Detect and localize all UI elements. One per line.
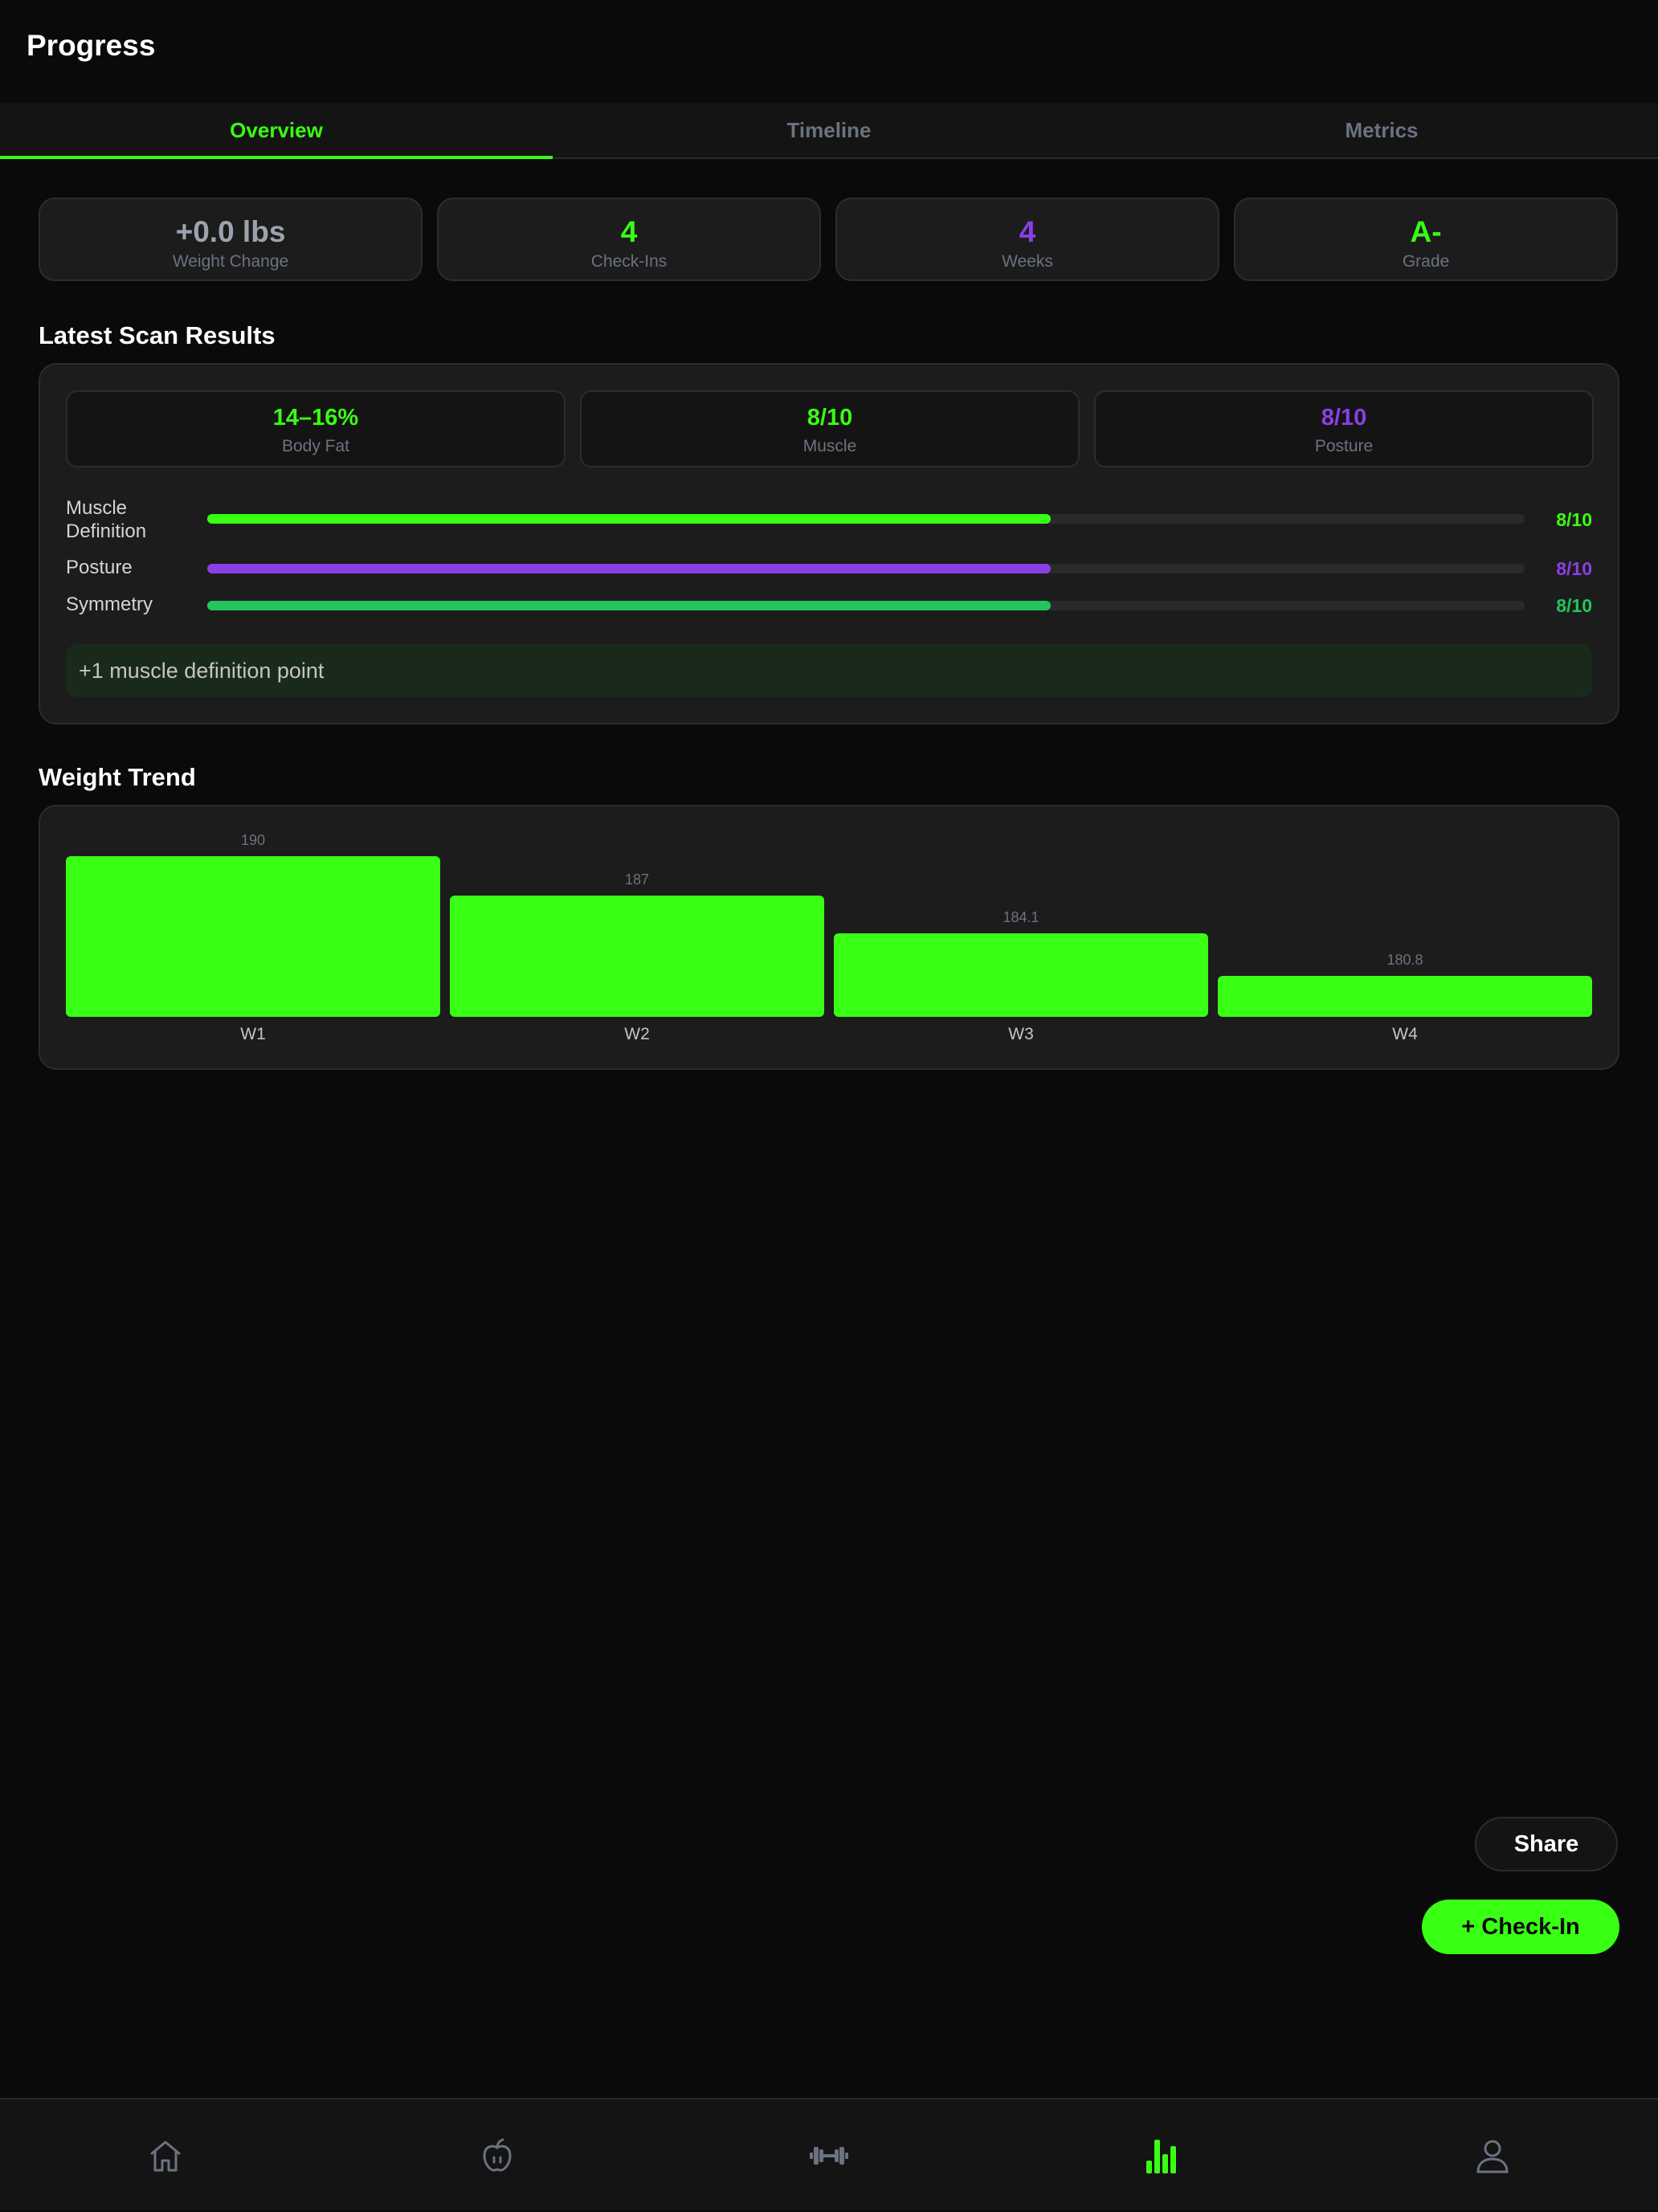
metric-bar-symmetry [207, 601, 1525, 610]
chart-data-label: 184.1 [1003, 908, 1039, 925]
scan-results-panel: 14–16% Body Fat 8/10 Muscle 8/10 Posture… [39, 363, 1619, 724]
chart-bar [450, 895, 824, 1017]
check-in-button[interactable]: + Check-In [1422, 1900, 1619, 1954]
chart-data-label: 180.8 [1386, 952, 1423, 969]
stat-label: Grade [1402, 252, 1450, 271]
scan-value: 14–16% [272, 405, 359, 431]
apple-icon [483, 2138, 512, 2172]
nav-item-nutrition[interactable] [332, 2100, 663, 2212]
metric-fill [207, 514, 1051, 524]
metric-fill [207, 601, 1051, 610]
tab-timeline[interactable]: Timeline [553, 103, 1105, 157]
scan-label: Posture [1314, 437, 1374, 455]
section-title-weight-trend: Weight Trend [39, 763, 196, 791]
scan-card-muscle: 8/10 Muscle [580, 390, 1080, 467]
chart-category-label: W1 [240, 1025, 266, 1043]
nav-item-progress[interactable] [995, 2100, 1326, 2212]
stat-card-grade: A- Grade [1234, 198, 1618, 281]
stat-value: +0.0 lbs [175, 215, 286, 248]
scan-card-posture: 8/10 Posture [1094, 390, 1594, 467]
scan-note: +1 muscle definition point [66, 644, 1592, 697]
nav-item-home[interactable] [0, 2100, 331, 2212]
chart-category-label: W2 [624, 1025, 650, 1043]
stat-label: Weight Change [172, 252, 289, 271]
metric-bar-posture [207, 564, 1525, 573]
stat-value: A- [1410, 215, 1442, 248]
nav-item-workouts[interactable] [664, 2100, 994, 2212]
metric-fill [207, 564, 1051, 573]
chart-bar [1218, 976, 1592, 1017]
stat-value: 4 [620, 215, 638, 248]
metric-bar-muscle-definition [207, 514, 1525, 524]
bar-chart-icon [1146, 2140, 1176, 2173]
metric-label-muscle-definition: Muscle Definition [66, 497, 147, 542]
tab-overview[interactable]: Overview [0, 103, 553, 159]
dumbbell-icon [810, 2147, 848, 2165]
metric-value: 8/10 [1556, 595, 1592, 616]
chart-category-label: W4 [1392, 1025, 1418, 1043]
scan-card-body-fat: 14–16% Body Fat [66, 390, 566, 467]
scan-value: 8/10 [1321, 405, 1367, 431]
tab-bar: Overview Timeline Metrics [0, 103, 1658, 159]
stat-label: Weeks [1002, 252, 1053, 271]
app-header: Progress [0, 0, 1658, 103]
stat-value: 4 [1019, 215, 1036, 248]
section-title-scan: Latest Scan Results [39, 321, 276, 349]
scan-label: Muscle [802, 437, 857, 455]
weight-trend-chart: 190 W1 187 W2 184.1 W3 180.8 W4 [39, 805, 1619, 1070]
metric-value: 8/10 [1556, 558, 1592, 579]
share-button[interactable]: Share [1475, 1817, 1618, 1871]
scan-value: 8/10 [807, 405, 853, 431]
stat-label: Check-Ins [590, 252, 668, 271]
stat-card-check-ins: 4 Check-Ins [437, 198, 821, 281]
metric-value: 8/10 [1556, 509, 1592, 530]
chart-data-label: 190 [240, 832, 266, 848]
home-icon [150, 2141, 181, 2172]
page-title: Progress [27, 29, 156, 62]
chart-bar [834, 933, 1208, 1017]
nav-item-profile[interactable] [1327, 2100, 1658, 2212]
stat-card-weight-change: +0.0 lbs Weight Change [39, 198, 423, 281]
chart-bar [66, 856, 440, 1017]
chart-category-label: W3 [1008, 1025, 1034, 1043]
bottom-nav [0, 2098, 1658, 2210]
user-icon [1476, 2140, 1509, 2173]
scan-label: Body Fat [281, 437, 350, 455]
metric-label-symmetry: Symmetry [66, 594, 153, 615]
chart-data-label: 187 [624, 871, 650, 888]
metric-label-posture: Posture [66, 557, 133, 578]
stat-card-weeks: 4 Weeks [835, 198, 1219, 281]
tab-metrics[interactable]: Metrics [1105, 103, 1658, 157]
